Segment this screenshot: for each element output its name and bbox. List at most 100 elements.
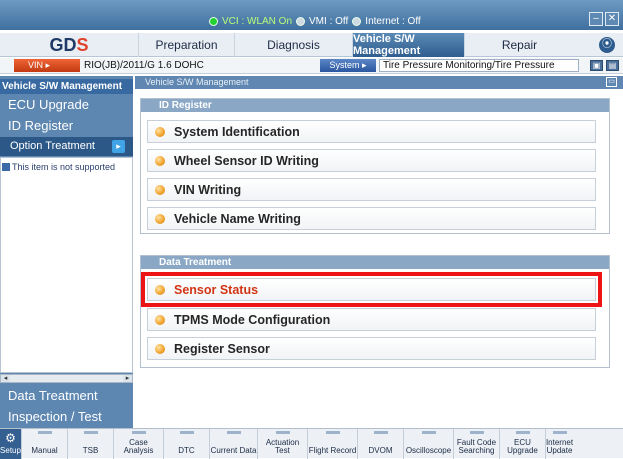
toolbar-oscilloscope[interactable]: Oscilloscope: [404, 429, 454, 459]
tab-preparation[interactable]: Preparation: [138, 33, 234, 57]
toolbar-label: ECU Upgrade: [507, 438, 538, 455]
internet-status-icon: [352, 16, 362, 26]
window-icon[interactable]: ▭: [606, 77, 617, 87]
vin-label: VIN: [28, 60, 44, 70]
option-label: Register Sensor: [174, 341, 270, 356]
close-button[interactable]: ✕: [605, 12, 619, 26]
toolbar-dtc[interactable]: DTC: [164, 429, 210, 459]
tab-vehicle-sw-management[interactable]: Vehicle S/W Management: [352, 33, 464, 57]
toolbar-fault-code-searching[interactable]: Fault Code Searching: [454, 429, 500, 459]
toolbar-label: Fault Code Searching: [456, 438, 497, 455]
toolbar-label: Manual: [31, 446, 58, 455]
option-label: Sensor Status: [174, 282, 259, 297]
minimize-button[interactable]: –: [589, 12, 603, 26]
dvom-icon: [373, 431, 388, 434]
system-label: System: [329, 60, 360, 70]
id-register-title: ID Register: [141, 99, 609, 112]
toolbar-label: Current Data: [210, 446, 257, 455]
bullet-icon: [155, 184, 165, 195]
system-identification-button[interactable]: System Identification: [147, 120, 596, 143]
case-analysis-icon: [131, 431, 146, 434]
toolbar-ecu-upgrade[interactable]: ECU Upgrade: [500, 429, 546, 459]
toolbar-label: TSB: [82, 446, 99, 455]
toolbar-manual[interactable]: Manual: [22, 429, 68, 459]
logo-accent: S: [76, 34, 89, 55]
toolbar-label: Setup: [0, 446, 21, 455]
sidebar-subpanel: [0, 157, 133, 373]
system-field: Tire Pressure Monitoring/Tire Pressure: [379, 59, 579, 72]
breadcrumb: Vehicle S/W Management ▭: [135, 76, 623, 89]
sidebar-item-id-register[interactable]: ID Register: [0, 118, 133, 133]
bullet-icon: [155, 314, 165, 325]
option-label: TPMS Mode Configuration: [174, 312, 331, 327]
sidebar-item-label: Option Treatment: [10, 140, 95, 152]
vci-status: VCI : WLAN On: [222, 15, 293, 27]
toolbar-label: Internet Update: [545, 438, 574, 455]
not-supported-note: This item is not supported: [2, 162, 130, 172]
capture-button[interactable]: ▣: [590, 60, 603, 71]
vin-button[interactable]: VIN ▸: [14, 59, 80, 72]
gear-icon: ⚙: [5, 431, 16, 445]
vin-writing-button[interactable]: VIN Writing: [147, 178, 596, 201]
sidebar-item-ecu-upgrade[interactable]: ECU Upgrade: [0, 97, 133, 112]
current-data-icon: [226, 431, 241, 434]
toolbar-flight-record[interactable]: Flight Record: [308, 429, 358, 459]
vehicle-info: RIO(JB)/2011/G 1.6 DOHC: [84, 60, 204, 71]
system-button[interactable]: System ▸: [320, 59, 376, 72]
horizontal-scrollbar[interactable]: ◂ ▸: [0, 374, 133, 383]
window-controls: – ✕: [589, 12, 619, 26]
info-icon: [2, 163, 10, 171]
bullet-icon: [155, 126, 165, 137]
actuation-test-icon: [275, 431, 290, 434]
wheel-sensor-id-writing-button[interactable]: Wheel Sensor ID Writing: [147, 149, 596, 172]
toolbar-label: DTC: [178, 446, 195, 455]
fault-code-icon: [469, 431, 484, 434]
register-sensor-button[interactable]: Register Sensor: [147, 337, 596, 360]
toolbar-label: Oscilloscope: [405, 446, 452, 455]
dtc-icon: [179, 431, 194, 434]
tab-repair[interactable]: Repair: [464, 33, 574, 57]
breadcrumb-text: Vehicle S/W Management: [145, 77, 249, 87]
tsb-icon: [83, 431, 98, 434]
sensor-status-button[interactable]: Sensor Status: [141, 272, 602, 307]
toolbar-case-analysis[interactable]: Case Analysis: [114, 429, 164, 459]
chevron-right-icon[interactable]: ▸: [112, 140, 125, 153]
setup-button[interactable]: ⚙ Setup: [0, 429, 22, 459]
oscilloscope-icon: [421, 431, 436, 434]
tpms-mode-configuration-button[interactable]: TPMS Mode Configuration: [147, 308, 596, 331]
scroll-left-icon[interactable]: ◂: [1, 375, 10, 382]
option-label: System Identification: [174, 124, 300, 139]
flight-record-icon: [325, 431, 340, 434]
vmi-status-icon: [296, 16, 306, 26]
bullet-icon: [155, 213, 165, 224]
connection-status: VCI : WLAN On VMI : Off Internet : Off: [209, 14, 421, 28]
vehicle-name-writing-button[interactable]: Vehicle Name Writing: [147, 207, 596, 230]
sidebar-item-option-treatment[interactable]: Option Treatment ▸: [0, 137, 133, 156]
scroll-right-icon[interactable]: ▸: [123, 375, 132, 382]
toolbar-actuation-test[interactable]: Actuation Test: [258, 429, 308, 459]
vci-status-icon: [209, 16, 218, 26]
data-treatment-title: Data Treatment: [141, 256, 609, 269]
toolbar-current-data[interactable]: Current Data: [210, 429, 258, 459]
option-label: Wheel Sensor ID Writing: [174, 153, 319, 168]
search-icon[interactable]: ⦿: [599, 37, 615, 53]
vmi-status: VMI : Off: [309, 15, 349, 27]
toolbar-dvom[interactable]: DVOM: [358, 429, 404, 459]
toolbar-internet-update[interactable]: Internet Update: [546, 429, 573, 459]
tab-diagnosis[interactable]: Diagnosis: [234, 33, 352, 57]
sidebar-item-data-treatment[interactable]: Data Treatment: [0, 388, 133, 403]
logo-text: GD: [49, 34, 77, 55]
print-button[interactable]: ▤: [606, 60, 619, 71]
bullet-icon: [155, 343, 165, 354]
note-text: This item is not supported: [12, 162, 116, 172]
manual-icon: [37, 431, 52, 434]
ecu-upgrade-icon: [515, 431, 530, 434]
internet-update-icon: [552, 431, 567, 434]
toolbar-tsb[interactable]: TSB: [68, 429, 114, 459]
sidebar-item-inspection-test[interactable]: Inspection / Test: [0, 409, 133, 424]
bullet-icon: [155, 155, 165, 166]
toolbar-label: Actuation Test: [265, 438, 300, 455]
option-label: Vehicle Name Writing: [174, 211, 301, 226]
sidebar-header: Vehicle S/W Management: [0, 79, 133, 94]
bottom-toolbar: ⚙ Setup Manual TSB Case Analysis DTC Curr…: [0, 428, 623, 459]
